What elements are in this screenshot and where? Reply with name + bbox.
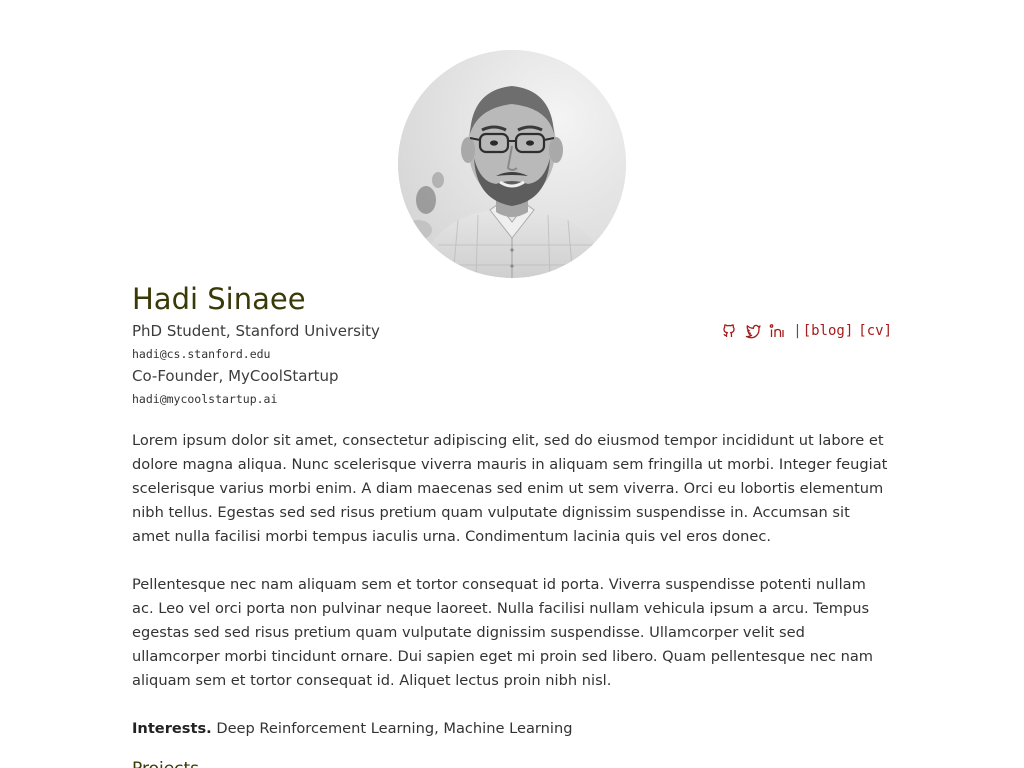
bio-paragraph-1: Lorem ipsum dolor sit amet, consectetur … <box>132 432 888 545</box>
email-stanford[interactable]: hadi@cs.stanford.edu <box>132 346 270 362</box>
twitter-icon[interactable] <box>745 323 761 339</box>
github-icon[interactable] <box>721 323 737 339</box>
profile-photo <box>398 50 626 278</box>
social-links: | [blog] [cv] <box>721 320 892 342</box>
affiliation-startup: Co-Founder, MyCoolStartup <box>132 367 339 385</box>
interests-text: Deep Reinforcement Learning, Machine Lea… <box>216 720 573 737</box>
link-separator: | <box>793 323 802 339</box>
affiliation-stanford: PhD Student, Stanford University <box>132 322 380 340</box>
bio-paragraph-2: Pellentesque nec nam aliquam sem et tort… <box>132 576 874 689</box>
linkedin-icon[interactable] <box>769 323 785 339</box>
cv-link[interactable]: [cv] <box>858 323 892 339</box>
blog-link[interactable]: [blog] <box>803 323 854 339</box>
profile-name: Hadi Sinaee <box>132 282 306 316</box>
projects-heading: Projects <box>132 758 199 768</box>
interests-line: Interests. Deep Reinforcement Learning, … <box>132 717 572 741</box>
interests-label: Interests. <box>132 720 212 737</box>
email-startup[interactable]: hadi@mycoolstartup.ai <box>132 391 277 407</box>
